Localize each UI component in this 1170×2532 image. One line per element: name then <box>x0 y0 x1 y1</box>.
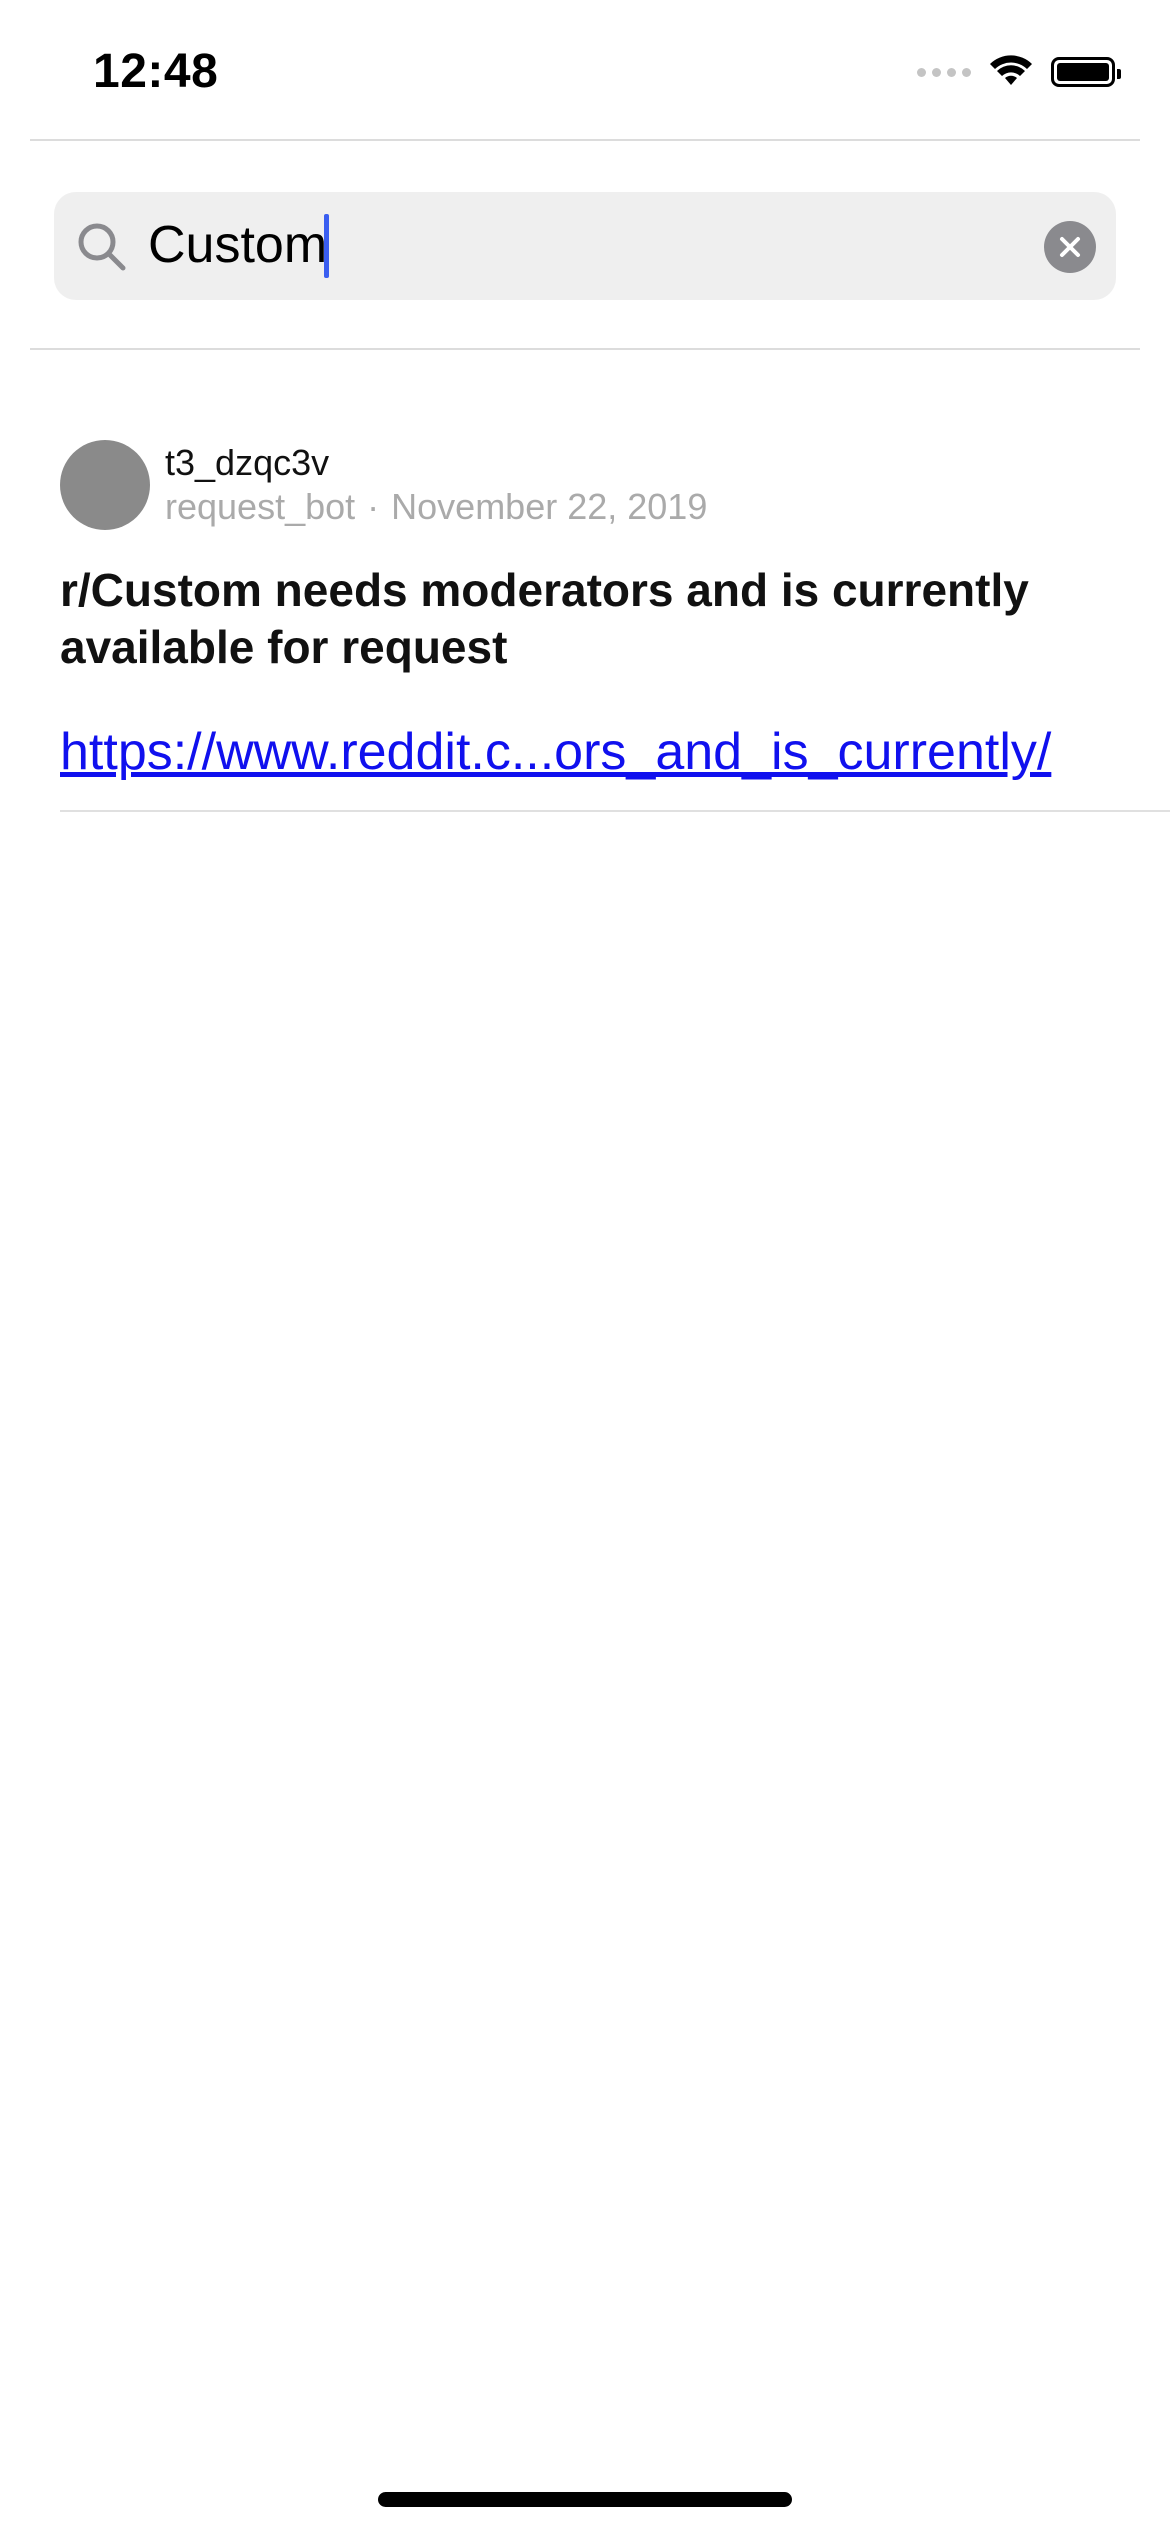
top-divider <box>30 139 1140 141</box>
post-id: t3_dzqc3v <box>165 442 330 483</box>
meta-separator: · <box>367 486 380 527</box>
search-divider <box>30 348 1140 350</box>
search-bar[interactable]: Custom <box>54 192 1116 300</box>
signal-icon <box>917 67 971 77</box>
battery-icon <box>1051 57 1121 87</box>
post-link[interactable]: https://www.reddit.c...ors_and_is_curren… <box>60 722 1051 782</box>
post-author: request_bot <box>165 486 356 527</box>
search-icon <box>78 223 126 271</box>
clear-search-button[interactable] <box>1044 221 1096 273</box>
wifi-icon <box>990 55 1032 85</box>
home-indicator[interactable] <box>378 2492 792 2507</box>
post-meta: request_bot · November 22, 2019 <box>165 486 707 528</box>
avatar <box>60 440 150 530</box>
text-caret <box>324 214 329 278</box>
status-time: 12:48 <box>93 45 219 98</box>
status-icons <box>917 52 1121 92</box>
search-input[interactable]: Custom <box>148 214 327 276</box>
post-date: November 22, 2019 <box>391 486 708 527</box>
post-title: r/Custom needs moderators and is current… <box>60 564 1029 673</box>
post-divider <box>60 810 1170 812</box>
status-bar: 12:48 <box>0 0 1170 140</box>
clear-icon <box>1060 237 1080 257</box>
